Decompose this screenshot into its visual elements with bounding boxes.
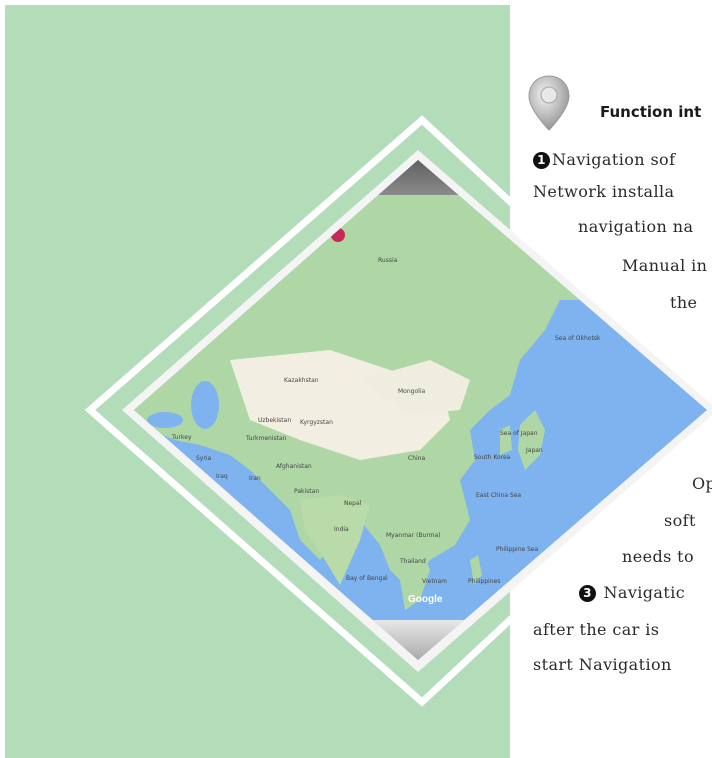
svg-text:China: China — [408, 455, 425, 462]
text-line-4: Manual in — [622, 256, 708, 275]
svg-text:Kyrgyzstan: Kyrgyzstan — [300, 419, 333, 426]
svg-text:Nepal: Nepal — [344, 500, 362, 507]
text-line-8: needs to — [622, 547, 695, 566]
svg-text:Pakistan: Pakistan — [294, 488, 319, 495]
text-line-11: start Navigation — [533, 655, 672, 674]
text-line-3: navigation na — [578, 217, 694, 236]
number-one-icon: 1 — [533, 152, 550, 169]
svg-text:Syria: Syria — [196, 455, 211, 462]
svg-text:Japan: Japan — [525, 447, 543, 454]
svg-text:Myanmar (Burma): Myanmar (Burma) — [386, 532, 441, 539]
text-line-10: after the car is — [533, 620, 660, 639]
svg-text:East China Sea: East China Sea — [476, 492, 521, 499]
number-three-icon: 3 — [579, 585, 596, 602]
svg-text:Sea of Okhotsk: Sea of Okhotsk — [555, 335, 601, 342]
svg-text:Afghanistan: Afghanistan — [276, 463, 312, 470]
svg-text:Iran: Iran — [249, 475, 261, 482]
svg-text:Turkmenistan: Turkmenistan — [245, 435, 287, 442]
text-line-1: 1 Navigation sof — [533, 150, 675, 169]
text-line-2: Network installa — [533, 182, 675, 201]
text-line-6: Op — [692, 474, 712, 493]
svg-text:Russia: Russia — [378, 257, 398, 264]
svg-text:Vietnam: Vietnam — [422, 578, 447, 585]
text-line-9: 3 Navigatic — [579, 583, 685, 602]
svg-text:Iraq: Iraq — [216, 473, 228, 480]
svg-text:Bay of Bengal: Bay of Bengal — [346, 575, 388, 582]
google-logo: Google — [408, 594, 443, 605]
function-heading: Function int — [600, 103, 702, 121]
svg-text:South Korea: South Korea — [474, 454, 511, 461]
svg-text:Mongolia: Mongolia — [398, 388, 425, 395]
svg-text:Kazakhstan: Kazakhstan — [284, 377, 319, 384]
svg-text:Sea of Japan: Sea of Japan — [500, 430, 538, 437]
svg-text:Uzbekistan: Uzbekistan — [258, 417, 291, 424]
svg-text:Turkey: Turkey — [171, 434, 192, 441]
text-line-5: the — [670, 293, 698, 312]
svg-text:Philippine Sea: Philippine Sea — [496, 546, 539, 553]
svg-text:India: India — [334, 526, 349, 533]
text-line-7: soft — [664, 511, 696, 530]
svg-text:Philippines: Philippines — [468, 578, 500, 585]
svg-text:Thailand: Thailand — [399, 558, 426, 565]
map-pin-icon — [528, 75, 570, 131]
